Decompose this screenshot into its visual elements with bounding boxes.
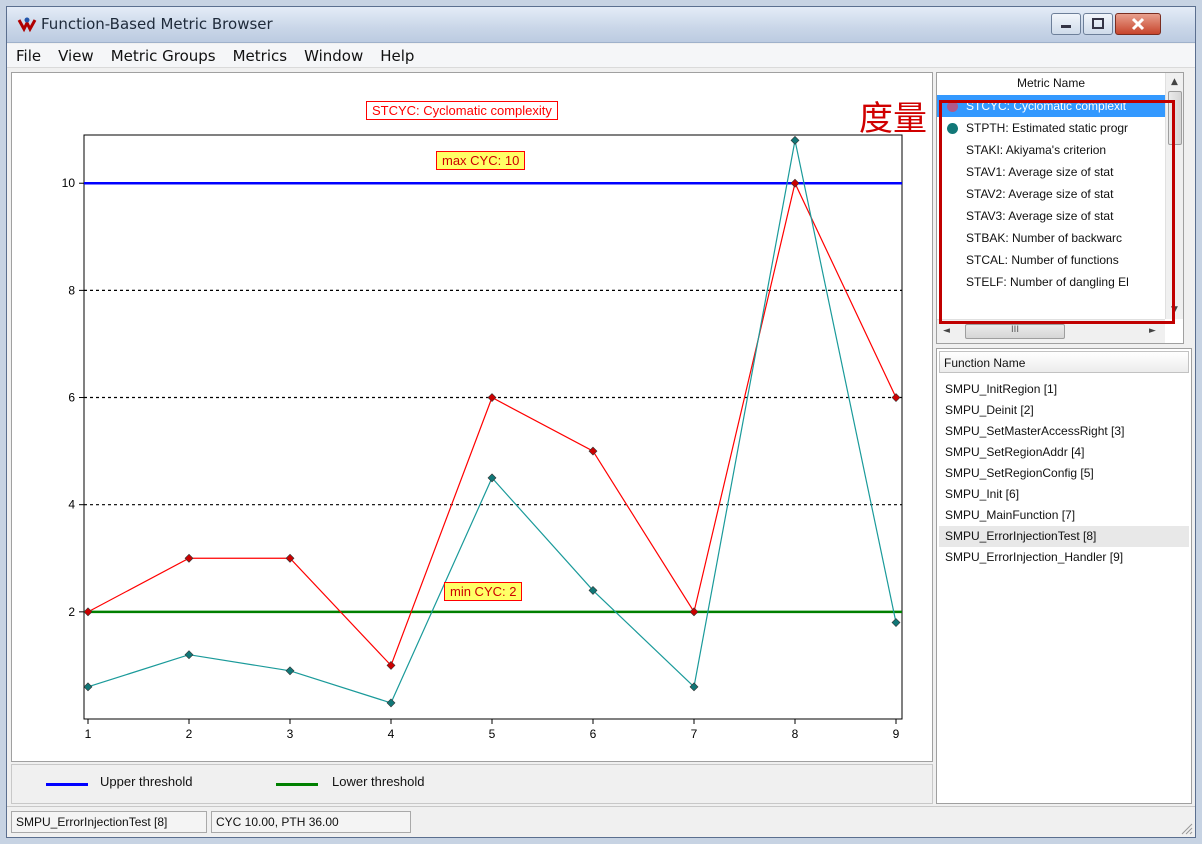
data-point bbox=[184, 553, 194, 563]
menu-metric-groups[interactable]: Metric Groups bbox=[102, 44, 224, 65]
y-tick-label: 6 bbox=[68, 391, 75, 405]
function-item[interactable]: SMPU_MainFunction [7] bbox=[939, 505, 1189, 526]
chart-title: STCYC: Cyclomatic complexity bbox=[366, 101, 558, 120]
status-function: SMPU_ErrorInjectionTest [8] bbox=[11, 811, 207, 833]
menu-view[interactable]: View bbox=[49, 44, 102, 65]
chart-panel: 2 4 6 8 10 1 2 3 4 5 6 7 8 9 STCYC: Cyclomatic comple… bbox=[11, 72, 933, 762]
x-tick-label: 9 bbox=[893, 727, 900, 741]
data-point bbox=[83, 682, 93, 692]
close-button[interactable] bbox=[1115, 13, 1161, 35]
upper-threshold-label: max CYC: 10 bbox=[436, 151, 526, 171]
data-point bbox=[285, 666, 295, 676]
app-logo-icon bbox=[17, 17, 37, 33]
data-point bbox=[891, 618, 901, 627]
x-tick-label: 6 bbox=[590, 727, 597, 741]
resize-grip-icon[interactable] bbox=[1179, 821, 1193, 835]
legend: Upper threshold Lower threshold bbox=[11, 764, 933, 804]
legend-lower-swatch bbox=[276, 783, 318, 786]
x-tick-label: 8 bbox=[792, 727, 799, 741]
legend-lower-label: Lower threshold bbox=[332, 774, 425, 789]
scroll-left-icon[interactable]: ◄ bbox=[943, 326, 950, 336]
menu-bar: File View Metric Groups Metrics Window Help bbox=[7, 44, 1195, 68]
y-tick-label: 4 bbox=[68, 498, 75, 512]
highlight-box bbox=[939, 100, 1175, 324]
minimize-icon bbox=[1061, 25, 1071, 28]
x-tick-label: 4 bbox=[388, 727, 395, 741]
scroll-right-icon[interactable]: ► bbox=[1149, 326, 1156, 336]
y-tick-label: 8 bbox=[68, 283, 75, 297]
main-window: Function-Based Metric Browser File View Me… bbox=[6, 6, 1196, 838]
function-name-header[interactable]: Function Name bbox=[939, 351, 1189, 373]
menu-metrics[interactable]: Metrics bbox=[224, 44, 295, 65]
status-bar: SMPU_ErrorInjectionTest [8] CYC 10.00, P… bbox=[7, 806, 1195, 837]
function-item[interactable]: SMPU_SetRegionAddr [4] bbox=[939, 442, 1189, 463]
data-point bbox=[790, 178, 800, 188]
maximize-icon bbox=[1092, 18, 1104, 29]
title-bar[interactable]: Function-Based Metric Browser bbox=[7, 7, 1195, 43]
function-list-panel: Function Name SMPU_InitRegion [1] SMPU_De… bbox=[936, 348, 1192, 804]
series-line bbox=[87, 140, 897, 704]
legend-upper-swatch bbox=[46, 783, 88, 786]
function-item[interactable]: SMPU_ErrorInjection_Handler [9] bbox=[939, 547, 1189, 568]
maximize-button[interactable] bbox=[1083, 13, 1113, 35]
x-tick-label: 3 bbox=[287, 727, 294, 741]
metric-chart: 2468101 2 3 4 5 6 7 8 9 bbox=[62, 134, 903, 741]
function-item[interactable]: SMPU_ErrorInjectionTest [8] bbox=[939, 526, 1189, 547]
window-title: Function-Based Metric Browser bbox=[41, 15, 273, 33]
lower-threshold-label: min CYC: 2 bbox=[444, 581, 523, 601]
metric-name-header[interactable]: Metric Name bbox=[937, 73, 1165, 93]
status-values: CYC 10.00, PTH 36.00 bbox=[211, 811, 411, 833]
function-item[interactable]: SMPU_Init [6] bbox=[939, 484, 1189, 505]
data-point bbox=[487, 393, 497, 402]
function-item[interactable]: SMPU_Deinit [2] bbox=[939, 400, 1189, 421]
annotation-label: 度量 bbox=[859, 99, 927, 139]
metric-hscroll-thumb[interactable]: III bbox=[965, 324, 1065, 339]
function-item[interactable]: SMPU_InitRegion [1] bbox=[939, 379, 1189, 400]
legend-upper-label: Upper threshold bbox=[100, 774, 193, 789]
data-point bbox=[790, 135, 800, 145]
function-item[interactable]: SMPU_SetMasterAccessRight [3] bbox=[939, 421, 1189, 442]
menu-help[interactable]: Help bbox=[371, 44, 422, 65]
data-point bbox=[891, 393, 901, 402]
data-point bbox=[689, 607, 699, 617]
minimize-button[interactable] bbox=[1051, 13, 1081, 35]
data-point bbox=[83, 607, 93, 617]
y-tick-label: 10 bbox=[62, 176, 76, 190]
close-icon bbox=[1131, 17, 1145, 31]
data-point bbox=[386, 698, 396, 708]
x-tick-label: 2 bbox=[186, 727, 193, 741]
x-tick-label: 7 bbox=[691, 727, 698, 741]
function-item[interactable]: SMPU_SetRegionConfig [5] bbox=[939, 463, 1189, 484]
data-point bbox=[184, 650, 194, 660]
data-point bbox=[588, 446, 598, 456]
y-tick-label: 2 bbox=[68, 605, 75, 619]
menu-window[interactable]: Window bbox=[295, 44, 371, 65]
scroll-up-icon[interactable]: ▲ bbox=[1171, 77, 1178, 87]
x-tick-label: 5 bbox=[489, 727, 496, 741]
x-tick-label: 1 bbox=[85, 727, 92, 741]
menu-file[interactable]: File bbox=[7, 44, 49, 65]
